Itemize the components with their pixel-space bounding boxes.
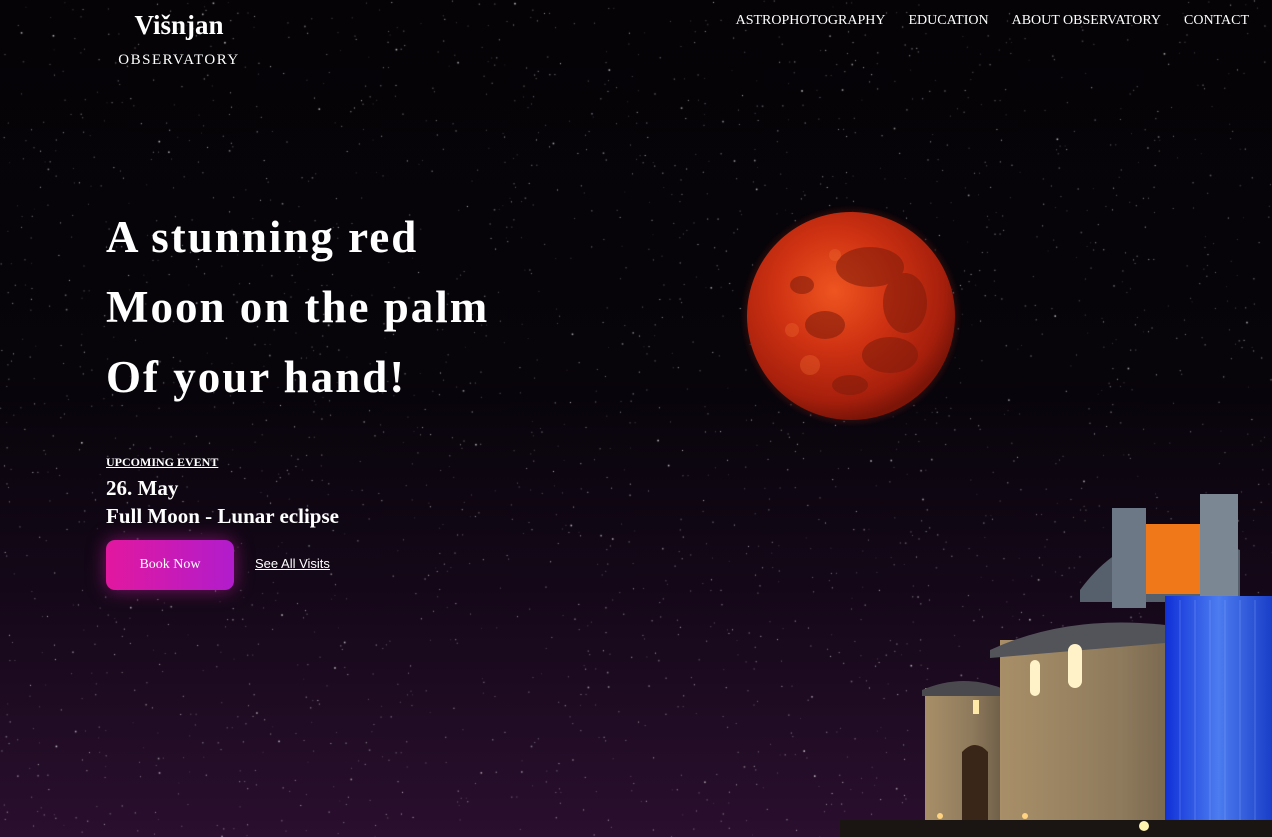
red-moon-image (740, 205, 962, 427)
logo-title: Višnjan (134, 10, 224, 40)
event-name: Full Moon - Lunar eclipse (106, 504, 339, 528)
event-date: 26. May (106, 476, 179, 500)
logo-subtitle: OBSERVATORY (118, 52, 240, 68)
headline-line-1: A stunning red (106, 212, 419, 262)
main-nav: ASTROPHOTOGRAPHY EDUCATION ABOUT OBSERVA… (736, 12, 1249, 30)
observatory-building-image (840, 494, 1272, 837)
headline-line-2: Moon on the palm (106, 282, 490, 332)
nav-item-astrophotography[interactable]: ASTROPHOTOGRAPHY (736, 12, 886, 30)
nav-item-education[interactable]: EDUCATION (908, 12, 988, 30)
see-all-visits-link[interactable]: See All Visits (255, 556, 330, 571)
book-now-button[interactable]: Book Now (106, 540, 234, 590)
hero-headline: A stunning red Moon on the palm Of your … (106, 202, 489, 412)
nav-item-contact[interactable]: CONTACT (1184, 12, 1249, 30)
upcoming-event-label: UPCOMING EVENT (106, 455, 219, 469)
nav-item-about-observatory[interactable]: ABOUT OBSERVATORY (1012, 12, 1161, 30)
site-logo[interactable]: Višnjan OBSERVATORY (112, 8, 246, 70)
headline-line-3: Of your hand! (106, 352, 407, 402)
